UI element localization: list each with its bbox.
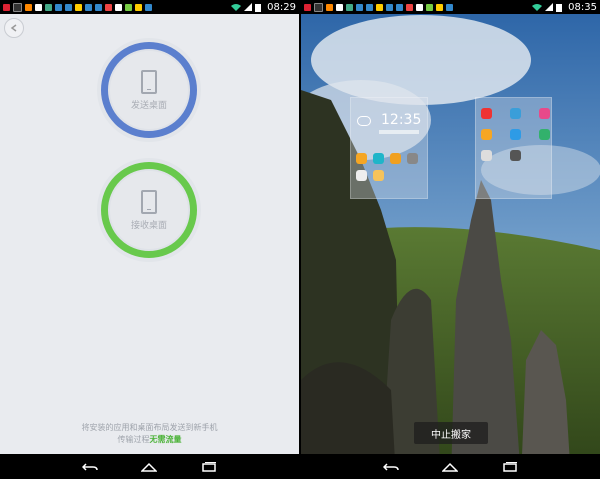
notification-icon [85,3,92,11]
notification-icon [25,3,32,11]
app-icon [510,129,521,140]
app-icon-grid [481,108,550,161]
phone-receive-icon [141,189,157,214]
notification-icon [3,3,10,11]
app-icon [373,153,384,164]
stop-migration-button[interactable]: 中止搬家 [414,422,488,444]
notification-icon [366,3,373,11]
notification-icon [13,2,22,12]
notification-icon [75,3,82,11]
notification-icon [145,3,152,11]
no-data-highlight: 无需流量 [149,435,182,444]
status-time: 08:35 [568,1,597,13]
left-phone-screen: 08:29 发送桌面 接收桌面 将安装的应用和桌面布局发送到新手机 传输过程无需… [0,0,299,479]
receive-desktop-button[interactable]: 接收桌面 [101,162,197,258]
app-icon [356,153,367,164]
back-nav-icon[interactable] [382,462,399,472]
recent-apps-icon[interactable] [502,461,518,472]
send-desktop-button[interactable]: 发送桌面 [101,42,197,138]
notification-icon [105,3,112,11]
navigation-bar [0,454,299,479]
notification-icon [406,3,413,11]
notification-icon [356,3,363,11]
wallpaper-image [301,0,600,479]
notification-icon [436,3,443,11]
app-icon [481,150,492,161]
notification-icon [95,3,102,11]
notification-icon [115,3,122,11]
status-bar: 08:29 [0,0,299,14]
notification-icon [314,2,323,12]
app-icon [481,129,492,140]
phone-send-icon [141,69,157,94]
app-icon [390,153,401,164]
status-time: 08:29 [267,1,296,13]
navigation-bar [301,454,600,479]
app-icon [373,170,384,181]
battery-icon [255,3,262,12]
app-icon [510,150,521,161]
back-nav-icon[interactable] [81,462,98,472]
notification-icon [304,3,311,11]
app-icon [407,153,418,164]
notification-icon [426,3,433,11]
app-icon [481,108,492,119]
notification-icon [35,3,42,11]
notification-icon [346,3,353,11]
home-nav-icon[interactable] [141,462,158,472]
app-icon-grid [356,153,418,181]
desktop-preview-page-2 [475,97,552,199]
notification-icon [416,3,423,11]
notification-icon [326,3,333,11]
note-line-1: 将安装的应用和桌面布局发送到新手机 [81,423,218,432]
notification-icon [45,3,52,11]
app-icon [510,108,521,119]
cloud-icon [357,116,371,126]
app-icon [539,108,550,119]
clock-widget-time: 12:35 [381,112,422,128]
status-bar: 08:35 [301,0,600,14]
wifi-icon [532,4,543,11]
notification-icon [55,3,62,11]
signal-icon [244,3,253,11]
battery-icon [556,3,563,12]
right-phone-screen: 08:35 12:35 中止搬家 [301,0,600,479]
wifi-icon [231,4,242,11]
home-nav-icon[interactable] [442,462,459,472]
app-icon [356,170,367,181]
clock-widget-date [379,130,419,134]
note-line-2-prefix: 传输过程 [117,435,150,444]
notification-icon [376,3,383,11]
notification-icon [396,3,403,11]
recent-apps-icon[interactable] [201,461,217,472]
notification-icon [446,3,453,11]
description-note: 将安装的应用和桌面布局发送到新手机 传输过程无需流量 [0,422,299,446]
notification-icon [386,3,393,11]
app-icon [539,129,550,140]
signal-icon [545,3,554,11]
notification-icon [65,3,72,11]
desktop-preview-page-1: 12:35 [350,97,428,199]
notification-icon [336,3,343,11]
back-button[interactable] [4,18,24,38]
arrow-left-icon [10,24,17,32]
notification-icon [125,3,132,11]
notification-icon [135,3,142,11]
